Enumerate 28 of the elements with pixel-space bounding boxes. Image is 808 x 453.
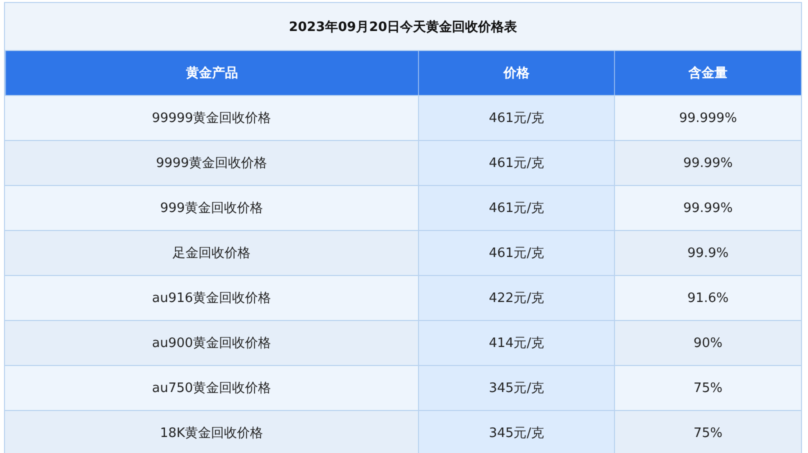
table-cell: 999黄金回收价格 <box>5 185 418 230</box>
table-cell: 345元/克 <box>418 410 614 453</box>
table-cell: 75% <box>614 365 801 410</box>
table-cell: 足金回收价格 <box>5 230 418 275</box>
table-cell: 99.999% <box>614 95 801 140</box>
table-cell: 422元/克 <box>418 275 614 320</box>
table-cell: au916黄金回收价格 <box>5 275 418 320</box>
table-cell: 99.9% <box>614 230 801 275</box>
table-cell: au900黄金回收价格 <box>5 320 418 365</box>
table-cell: 414元/克 <box>418 320 614 365</box>
table-cell: 345元/克 <box>418 365 614 410</box>
table-cell: 461元/克 <box>418 140 614 185</box>
table-cell: 9999黄金回收价格 <box>5 140 418 185</box>
table-cell: 99.99% <box>614 185 801 230</box>
table-cell: 75% <box>614 410 801 453</box>
table-cell: 461元/克 <box>418 185 614 230</box>
table-cell: 91.6% <box>614 275 801 320</box>
table-cell: 18K黄金回收价格 <box>5 410 418 453</box>
table-cell: au750黄金回收价格 <box>5 365 418 410</box>
column-header: 价格 <box>418 51 614 95</box>
table-cell: 90% <box>614 320 801 365</box>
table-cell: 461元/克 <box>418 95 614 140</box>
table-cell: 99999黄金回收价格 <box>5 95 418 140</box>
table-cell: 99.99% <box>614 140 801 185</box>
table-cell: 461元/克 <box>418 230 614 275</box>
column-header: 含金量 <box>614 51 801 95</box>
column-header: 黄金产品 <box>5 51 418 95</box>
table-title: 2023年09月20日今天黄金回收价格表 <box>5 3 801 51</box>
